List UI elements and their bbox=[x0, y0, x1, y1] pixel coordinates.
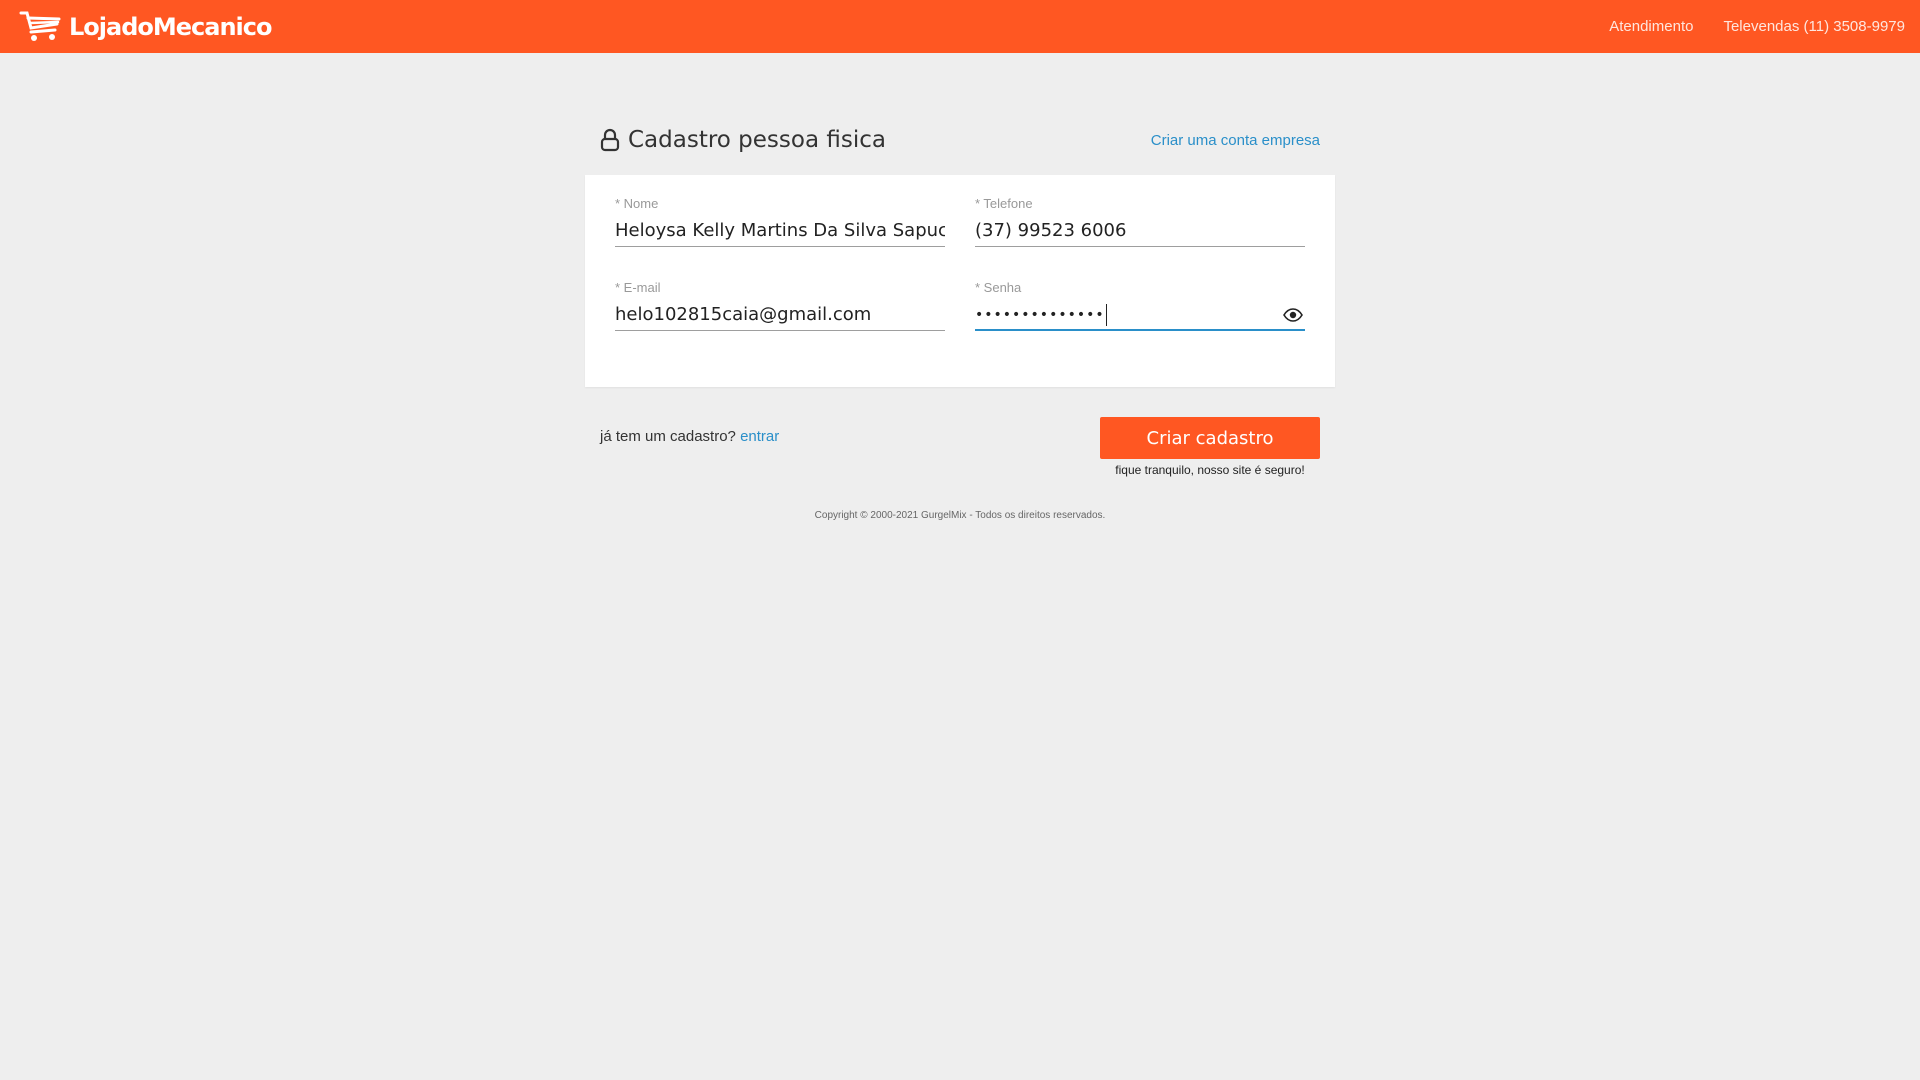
nav-televendas[interactable]: Televendas (11) 3508-9979 bbox=[1723, 18, 1905, 35]
form-actions: já tem um cadastro? entrar Criar cadastr… bbox=[585, 417, 1335, 477]
password-value: •••••••••••••• bbox=[975, 307, 1105, 323]
login-prompt-text: já tem um cadastro? bbox=[600, 428, 736, 445]
signup-container: Cadastro pessoa fisica Criar uma conta e… bbox=[585, 120, 1335, 477]
login-link[interactable]: entrar bbox=[740, 428, 779, 445]
cart-logo-icon bbox=[19, 11, 61, 41]
text-caret bbox=[1105, 304, 1107, 326]
password-wrapper: •••••••••••••• bbox=[975, 300, 1305, 331]
top-bar: LojadoMecanico Atendimento Televendas (1… bbox=[0, 0, 1920, 53]
copyright: Copyright © 2000-2021 GurgelMix - Todos … bbox=[814, 510, 1106, 521]
email-label: * E-mail bbox=[615, 280, 661, 295]
name-label: * Nome bbox=[615, 196, 659, 211]
page-title-group: Cadastro pessoa fisica bbox=[600, 127, 886, 153]
password-label: * Senha bbox=[975, 280, 1022, 295]
signup-form: * Nome Heloysa Kelly Martins Da Silva Sa… bbox=[585, 175, 1335, 387]
brand-logo[interactable]: LojadoMecanico bbox=[19, 10, 272, 44]
name-input[interactable]: Heloysa Kelly Martins Da Silva Sapucaia bbox=[615, 216, 945, 247]
create-account-button[interactable]: Criar cadastro bbox=[1100, 417, 1320, 459]
nav-atendimento[interactable]: Atendimento bbox=[1609, 18, 1693, 35]
name-field-group: * Nome Heloysa Kelly Martins Da Silva Sa… bbox=[615, 195, 945, 252]
eye-icon[interactable] bbox=[1283, 308, 1303, 327]
email-field-group: * E-mail helo102815caia@gmail.com bbox=[615, 279, 945, 336]
lock-icon bbox=[600, 128, 620, 152]
email-input[interactable]: helo102815caia@gmail.com bbox=[615, 300, 945, 331]
phone-input[interactable]: (37) 99523 6006 bbox=[975, 216, 1305, 247]
business-account-link[interactable]: Criar uma conta empresa bbox=[1151, 132, 1320, 149]
title-row: Cadastro pessoa fisica Criar uma conta e… bbox=[585, 120, 1335, 160]
top-nav: Atendimento Televendas (11) 3508-9979 bbox=[1609, 18, 1905, 35]
page-title: Cadastro pessoa fisica bbox=[628, 127, 886, 153]
phone-label: * Telefone bbox=[975, 196, 1033, 211]
password-input[interactable]: •••••••••••••• bbox=[975, 300, 1305, 331]
login-prompt: já tem um cadastro? entrar bbox=[600, 428, 779, 445]
brand-name: LojadoMecanico bbox=[69, 12, 272, 41]
phone-field-group: * Telefone (37) 99523 6006 bbox=[975, 195, 1305, 252]
security-note: fique tranquilo, nosso site é seguro! bbox=[1115, 463, 1305, 477]
submit-group: Criar cadastro fique tranquilo, nosso si… bbox=[1100, 417, 1320, 477]
password-field-group: * Senha •••••••••••••• bbox=[975, 279, 1305, 336]
